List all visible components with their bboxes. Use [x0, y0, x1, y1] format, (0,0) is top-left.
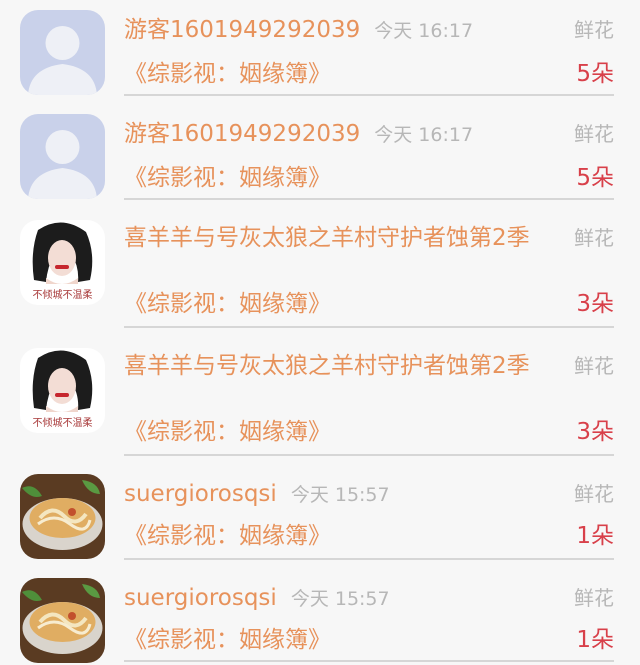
- user-name[interactable]: 喜羊羊与号灰太狼之羊村守护者蚀第2季: [124, 352, 544, 380]
- divider: [124, 198, 614, 200]
- avatar[interactable]: [20, 474, 105, 559]
- flower-label: 鲜花: [574, 18, 614, 42]
- list-item[interactable]: 游客1601949292039 今天 16:17 鲜花 《综影视：姻缘簿》 5朵: [0, 10, 640, 96]
- user-name[interactable]: suergiorosqsi: [124, 585, 277, 611]
- book-title[interactable]: 《综影视：姻缘簿》: [124, 626, 331, 654]
- list-item[interactable]: suergiorosqsi 今天 15:57 鲜花 《综影视：姻缘簿》 1朵: [0, 474, 640, 560]
- divider: [124, 660, 614, 662]
- food-bowl-avatar: [20, 578, 105, 663]
- avatar[interactable]: [20, 578, 105, 663]
- item-content: 喜羊羊与号灰太狼之羊村守护者蚀第2季 鲜花 《综影视：姻缘簿》 3朵: [124, 218, 614, 328]
- woman-photo-avatar: 不倾城不温柔: [20, 348, 105, 433]
- list-item[interactable]: 不倾城不温柔 喜羊羊与号灰太狼之羊村守护者蚀第2季 鲜花 《综影视：姻缘簿》 3…: [0, 218, 640, 328]
- flower-count: 3朵: [576, 419, 614, 445]
- timestamp: 今天 16:17: [374, 20, 474, 42]
- book-title[interactable]: 《综影视：姻缘簿》: [124, 522, 331, 550]
- avatar-caption: 不倾城不温柔: [33, 416, 93, 429]
- flower-gift-list: 游客1601949292039 今天 16:17 鲜花 《综影视：姻缘簿》 5朵 …: [0, 0, 640, 665]
- book-title[interactable]: 《综影视：姻缘簿》: [124, 60, 331, 88]
- default-person-icon: [20, 114, 105, 199]
- avatar[interactable]: 不倾城不温柔: [20, 220, 105, 305]
- flower-count: 1朵: [576, 627, 614, 653]
- item-content: suergiorosqsi 今天 15:57 鲜花 《综影视：姻缘簿》 1朵: [124, 474, 614, 560]
- flower-count: 5朵: [576, 61, 614, 87]
- food-bowl-avatar: [20, 474, 105, 559]
- divider: [124, 558, 614, 560]
- flower-label: 鲜花: [574, 482, 614, 506]
- flower-label: 鲜花: [574, 354, 614, 378]
- user-name-line[interactable]: 游客1601949292039 今天 16:17: [124, 16, 554, 45]
- list-item[interactable]: suergiorosqsi 今天 15:57 鲜花 《综影视：姻缘簿》 1朵: [0, 578, 640, 663]
- user-name-line[interactable]: suergiorosqsi 今天 15:57: [124, 584, 554, 613]
- book-title[interactable]: 《综影视：姻缘簿》: [124, 290, 331, 318]
- list-item[interactable]: 不倾城不温柔 喜羊羊与号灰太狼之羊村守护者蚀第2季 鲜花 《综影视：姻缘簿》 3…: [0, 346, 640, 456]
- book-title[interactable]: 《综影视：姻缘簿》: [124, 418, 331, 446]
- item-content: suergiorosqsi 今天 15:57 鲜花 《综影视：姻缘簿》 1朵: [124, 578, 614, 662]
- divider: [124, 94, 614, 96]
- avatar-caption: 不倾城不温柔: [33, 288, 93, 301]
- timestamp: 今天 16:17: [374, 124, 474, 146]
- item-content: 喜羊羊与号灰太狼之羊村守护者蚀第2季 鲜花 《综影视：姻缘簿》 3朵: [124, 346, 614, 456]
- user-name[interactable]: 游客1601949292039: [124, 17, 360, 43]
- book-title[interactable]: 《综影视：姻缘簿》: [124, 164, 331, 192]
- list-item[interactable]: 游客1601949292039 今天 16:17 鲜花 《综影视：姻缘簿》 5朵: [0, 114, 640, 200]
- divider: [124, 326, 614, 328]
- flower-label: 鲜花: [574, 122, 614, 146]
- default-person-icon: [20, 10, 105, 95]
- flower-label: 鲜花: [574, 586, 614, 610]
- flower-count: 1朵: [576, 523, 614, 549]
- user-name[interactable]: suergiorosqsi: [124, 481, 277, 507]
- divider: [124, 454, 614, 456]
- timestamp: 今天 15:57: [290, 588, 390, 610]
- user-name[interactable]: 喜羊羊与号灰太狼之羊村守护者蚀第2季: [124, 224, 544, 252]
- woman-photo-avatar: 不倾城不温柔: [20, 220, 105, 305]
- flower-count: 3朵: [576, 291, 614, 317]
- user-name-line[interactable]: 游客1601949292039 今天 16:17: [124, 120, 554, 149]
- flower-label: 鲜花: [574, 226, 614, 250]
- timestamp: 今天 15:57: [290, 484, 390, 506]
- avatar[interactable]: [20, 10, 105, 95]
- avatar[interactable]: [20, 114, 105, 199]
- user-name-line[interactable]: suergiorosqsi 今天 15:57: [124, 480, 554, 509]
- user-name[interactable]: 游客1601949292039: [124, 121, 360, 147]
- item-content: 游客1601949292039 今天 16:17 鲜花 《综影视：姻缘簿》 5朵: [124, 10, 614, 96]
- flower-count: 5朵: [576, 165, 614, 191]
- avatar[interactable]: 不倾城不温柔: [20, 348, 105, 433]
- item-content: 游客1601949292039 今天 16:17 鲜花 《综影视：姻缘簿》 5朵: [124, 114, 614, 200]
